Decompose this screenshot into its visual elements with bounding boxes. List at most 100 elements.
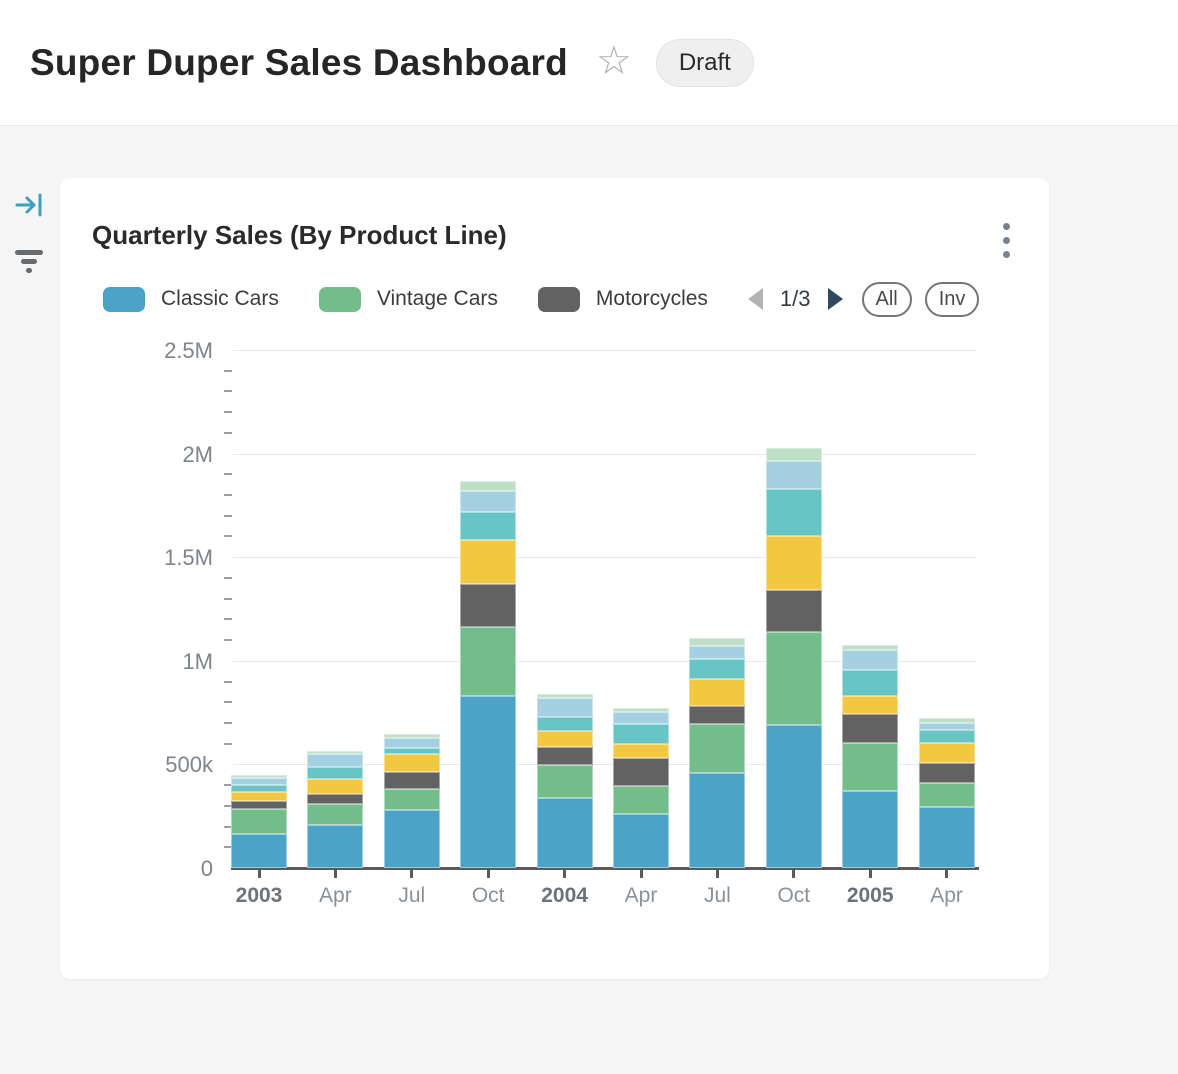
bar-segment[interactable] [919, 723, 975, 730]
legend-label: Classic Cars [161, 287, 279, 311]
bar-segment[interactable] [689, 638, 745, 645]
bar-segment[interactable] [460, 491, 516, 513]
bar-segment[interactable] [842, 791, 898, 868]
bar-segment[interactable] [919, 718, 975, 722]
x-axis-tick-label: Jul [677, 884, 757, 908]
bar-segment[interactable] [460, 512, 516, 540]
bar-2005[interactable] [842, 350, 898, 868]
bar-segment[interactable] [842, 743, 898, 791]
bar-segment[interactable] [307, 751, 363, 755]
bar-segment[interactable] [231, 801, 287, 809]
bar-segment[interactable] [537, 765, 593, 798]
bar-segment[interactable] [460, 540, 516, 584]
bar-apr[interactable] [613, 350, 669, 868]
bar-jul[interactable] [689, 350, 745, 868]
bar-segment[interactable] [537, 717, 593, 731]
bar-segment[interactable] [384, 810, 440, 868]
bar-segment[interactable] [231, 834, 287, 868]
legend-prev-icon[interactable] [748, 288, 763, 310]
legend-item[interactable]: Vintage Cars [319, 287, 498, 312]
bar-segment[interactable] [231, 809, 287, 833]
bar-segment[interactable] [307, 779, 363, 793]
bar-segment[interactable] [766, 632, 822, 725]
bar-segment[interactable] [919, 743, 975, 763]
bar-segment[interactable] [766, 489, 822, 536]
bar-segment[interactable] [307, 767, 363, 779]
bar-segment[interactable] [842, 645, 898, 651]
bar-segment[interactable] [537, 731, 593, 747]
legend-swatch-motorcycles [538, 287, 580, 312]
collapse-panel-icon[interactable] [14, 190, 44, 225]
bar-apr[interactable] [307, 350, 363, 868]
bar-segment[interactable] [689, 679, 745, 705]
bar-segment[interactable] [307, 825, 363, 868]
bar-segment[interactable] [460, 481, 516, 491]
bar-oct[interactable] [460, 350, 516, 868]
bar-segment[interactable] [460, 696, 516, 868]
bar-segment[interactable] [842, 650, 898, 670]
bar-segment[interactable] [766, 725, 822, 868]
bar-apr[interactable] [919, 350, 975, 868]
bar-segment[interactable] [613, 712, 669, 725]
x-axis-tick-label: 2003 [219, 884, 299, 908]
bar-segment[interactable] [384, 738, 440, 747]
bar-segment[interactable] [842, 670, 898, 695]
legend-item[interactable]: Classic Cars [103, 287, 279, 312]
bar-2003[interactable] [231, 350, 287, 868]
x-axis-tick [258, 870, 261, 878]
bar-oct[interactable] [766, 350, 822, 868]
legend-item[interactable]: Motorcycles [538, 287, 708, 312]
bar-segment[interactable] [384, 789, 440, 810]
bar-segment[interactable] [307, 794, 363, 804]
bar-segment[interactable] [919, 807, 975, 868]
bar-segment[interactable] [231, 792, 287, 801]
bar-segment[interactable] [689, 646, 745, 659]
x-axis-tick [640, 870, 643, 878]
bar-segment[interactable] [689, 659, 745, 679]
bar-segment[interactable] [307, 804, 363, 826]
bar-segment[interactable] [613, 758, 669, 786]
legend-page-indicator: 1/3 [780, 286, 811, 312]
bar-segment[interactable] [537, 694, 593, 698]
bar-segment[interactable] [919, 783, 975, 807]
stacked-bar-chart[interactable]: 0500k1M1.5M2M2.5M2003AprJulOct2004AprJul… [233, 350, 977, 868]
bar-segment[interactable] [613, 708, 669, 711]
bar-segment[interactable] [537, 798, 593, 868]
bar-segment[interactable] [384, 748, 440, 754]
bar-segment[interactable] [842, 714, 898, 742]
filter-icon[interactable] [13, 246, 45, 279]
star-icon[interactable]: ☆ [596, 41, 632, 81]
bar-segment[interactable] [842, 696, 898, 714]
bar-segment[interactable] [307, 754, 363, 766]
bar-segment[interactable] [766, 448, 822, 461]
bar-segment[interactable] [919, 763, 975, 783]
bar-segment[interactable] [384, 754, 440, 772]
bar-segment[interactable] [384, 772, 440, 789]
legend-invert-button[interactable]: Inv [925, 282, 980, 317]
bar-segment[interactable] [766, 461, 822, 489]
bar-segment[interactable] [766, 536, 822, 590]
bar-segment[interactable] [613, 744, 669, 758]
kebab-menu-icon[interactable] [992, 216, 1020, 264]
bar-segment[interactable] [613, 724, 669, 744]
bar-segment[interactable] [613, 814, 669, 868]
bar-segment[interactable] [919, 730, 975, 743]
bar-segment[interactable] [231, 775, 287, 778]
bar-segment[interactable] [460, 627, 516, 697]
x-axis-tick [410, 870, 413, 878]
bar-segment[interactable] [689, 706, 745, 724]
bar-segment[interactable] [384, 734, 440, 739]
bar-segment[interactable] [613, 786, 669, 813]
bar-segment[interactable] [231, 778, 287, 785]
bar-jul[interactable] [384, 350, 440, 868]
bar-segment[interactable] [537, 698, 593, 716]
bar-segment[interactable] [231, 785, 287, 792]
bar-segment[interactable] [460, 584, 516, 627]
legend-all-button[interactable]: All [862, 282, 912, 317]
bar-segment[interactable] [689, 724, 745, 773]
bar-segment[interactable] [537, 747, 593, 765]
bar-segment[interactable] [766, 590, 822, 632]
bar-segment[interactable] [689, 773, 745, 868]
legend-next-icon[interactable] [828, 288, 843, 310]
bar-2004[interactable] [537, 350, 593, 868]
